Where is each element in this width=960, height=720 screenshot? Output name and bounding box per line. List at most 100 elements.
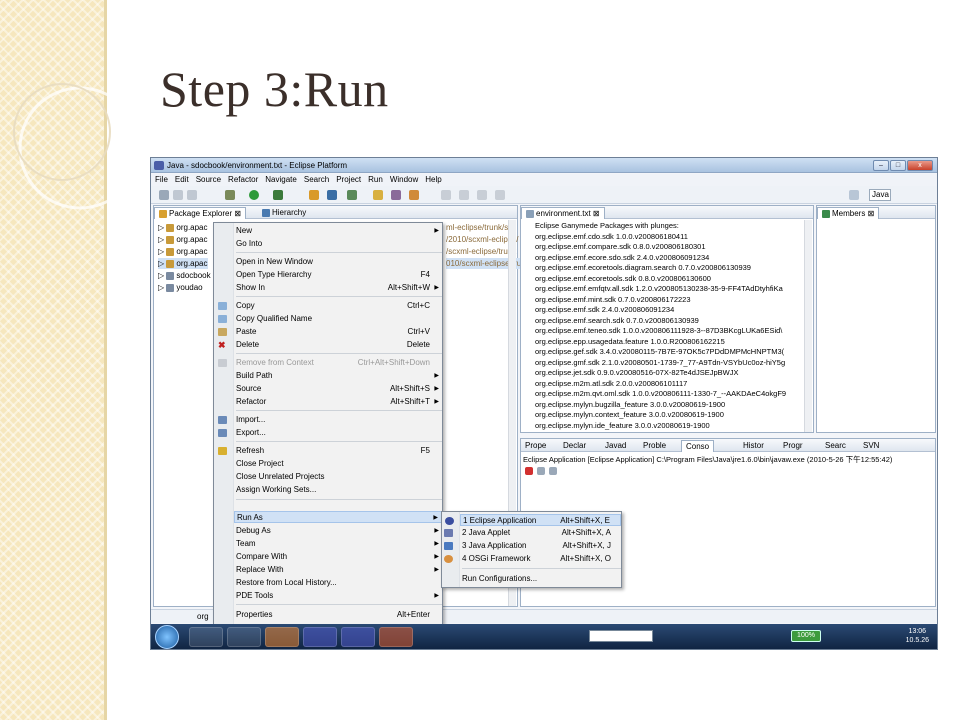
new-package-icon[interactable] [309,190,319,200]
menu-item-copy[interactable]: Copy Ctrl+C [218,300,442,312]
terminate-icon[interactable] [525,467,533,475]
prev-annotation-icon[interactable] [459,190,469,200]
debug-icon[interactable] [225,190,235,200]
menu-item-source[interactable]: Source Alt+Shift+S ▶ [234,383,442,395]
tree-item[interactable]: ▷ sdocbook [158,270,211,281]
tree-item[interactable]: ▷ org.apac [158,222,208,233]
tree-item-selected[interactable]: ▷ org.apac [158,258,208,269]
menu-item-java-application[interactable]: 3 Java Application Alt+Shift+X, J [444,540,621,552]
menu-item-label: Run Configurations... [462,574,538,583]
explorer-taskbar-icon[interactable] [227,627,261,647]
open-folder-icon[interactable] [373,190,383,200]
editor-scrollbar[interactable] [804,220,812,432]
menu-help[interactable]: Help [425,174,441,186]
open-perspective-icon[interactable] [849,190,859,200]
tab-history[interactable]: Histor [739,440,768,452]
tab-package-explorer[interactable]: Package Explorer ⊠ [154,207,247,219]
tree-item[interactable]: ▷ org.apac [158,234,208,245]
menu-item-open-new-window[interactable]: Open in New Window [234,256,442,268]
print-icon[interactable] [187,190,197,200]
maximize-button[interactable]: □ [890,160,906,171]
tab-javadoc[interactable]: Javad [601,440,630,452]
firefox-taskbar-icon[interactable] [265,627,299,647]
menu-item-close-unrelated[interactable]: Close Unrelated Projects [234,471,442,483]
members-pane: Members ⊠ [816,205,936,433]
menu-item-build-path[interactable]: Build Path ▶ [234,370,442,382]
menu-item-label: Import... [236,415,266,424]
menu-item-run-configurations[interactable]: Run Configurations... [460,573,621,585]
save-icon[interactable] [173,190,183,200]
tab-declaration[interactable]: Declar [559,440,590,452]
new-class-icon[interactable] [327,190,337,200]
run-external-icon[interactable] [273,190,283,200]
menu-navigate[interactable]: Navigate [265,174,297,186]
annotation-icon[interactable] [409,190,419,200]
menu-window[interactable]: Window [390,174,418,186]
menu-item-export[interactable]: Export... [218,427,442,439]
tab-hierarchy[interactable]: Hierarchy [258,207,310,219]
open-type-icon[interactable] [347,190,357,200]
menu-item-replace-with[interactable]: Replace With ▶ [234,564,442,576]
menu-item-properties[interactable]: Properties Alt+Enter [234,609,442,621]
tree-item[interactable]: ▷ youdao [158,282,203,293]
run-icon[interactable] [249,190,259,200]
menu-item-new[interactable]: New ▶ [234,225,442,237]
tab-search[interactable]: Searc [821,440,850,452]
eclipse-app-icon [154,161,164,170]
menu-file[interactable]: File [155,174,168,186]
remove-all-icon[interactable] [549,467,557,475]
eclipse2-taskbar-icon[interactable] [341,627,375,647]
menu-item-java-applet[interactable]: 2 Java Applet Alt+Shift+X, A [444,527,621,539]
next-annotation-icon[interactable] [441,190,451,200]
tab-members[interactable]: Members ⊠ [817,207,880,219]
menu-item-paste[interactable]: Paste Ctrl+V [218,326,442,338]
tab-svn[interactable]: SVN [859,440,883,452]
tab-console[interactable]: Conso [681,440,715,452]
menu-item-copy-qualified-name[interactable]: Copy Qualified Name [218,313,442,325]
menu-item-compare-with[interactable]: Compare With ▶ [234,551,442,563]
menu-item-assign-working-sets[interactable]: Assign Working Sets... [234,484,442,496]
menu-item-pde-tools[interactable]: PDE Tools ▶ [234,590,442,602]
menu-item-close-project[interactable]: Close Project [234,458,442,470]
minimize-button[interactable]: – [873,160,889,171]
menu-search[interactable]: Search [304,174,329,186]
menu-edit[interactable]: Edit [175,174,189,186]
menu-item-show-in[interactable]: Show In Alt+Shift+W ▶ [234,282,442,294]
java-perspective-button[interactable]: Java [869,189,891,201]
tab-progress[interactable]: Progr [779,440,807,452]
menu-item-team[interactable]: Team ▶ [234,538,442,550]
tab-environment[interactable]: environment.txt ⊠ [521,207,605,219]
taskbar-search-input[interactable] [589,630,653,642]
menu-item-go-into[interactable]: Go Into [234,238,442,250]
tab-problems[interactable]: Proble [639,440,670,452]
menu-item-run-as[interactable]: Run As ▶ [234,511,442,523]
tree-item[interactable]: ▷ org.apac [158,246,208,257]
menu-source[interactable]: Source [196,174,221,186]
menu-refactor[interactable]: Refactor [228,174,258,186]
tree-item-label: org.apac [176,223,208,232]
editor-line: org.eclipse.emf.ecoretools.sdk 0.8.0.v20… [535,273,711,283]
menu-item-refresh[interactable]: Refresh F5 [218,445,442,457]
eclipse-taskbar-icon[interactable] [303,627,337,647]
tab-properties[interactable]: Prope [521,440,550,452]
close-button[interactable]: x [907,160,933,171]
menu-item-open-type-hierarchy[interactable]: Open Type Hierarchy F4 [234,269,442,281]
menu-item-import[interactable]: Import... [218,414,442,426]
menu-item-refactor[interactable]: Refactor Alt+Shift+T ▶ [234,396,442,408]
menu-item-debug-as[interactable]: Debug As ▶ [234,525,442,537]
menu-item-eclipse-application[interactable]: 1 Eclipse Application Alt+Shift+X, E [445,514,621,526]
menu-item-delete[interactable]: ✖ Delete Delete [218,339,442,351]
powerpoint-taskbar-icon[interactable] [379,627,413,647]
menu-project[interactable]: Project [336,174,361,186]
new-icon[interactable] [159,190,169,200]
back-icon[interactable] [477,190,487,200]
menu-run[interactable]: Run [368,174,383,186]
remove-launch-icon[interactable] [537,467,545,475]
search-icon[interactable] [391,190,401,200]
taskbar-clock[interactable]: 13:06 10.5.26 [906,627,929,645]
menu-item-osgi-framework[interactable]: 4 OSGi Framework Alt+Shift+X, O [444,553,621,565]
menu-item-restore-history[interactable]: Restore from Local History... [234,577,442,589]
forward-icon[interactable] [495,190,505,200]
start-button[interactable] [155,625,179,649]
ie-taskbar-icon[interactable] [189,627,223,647]
